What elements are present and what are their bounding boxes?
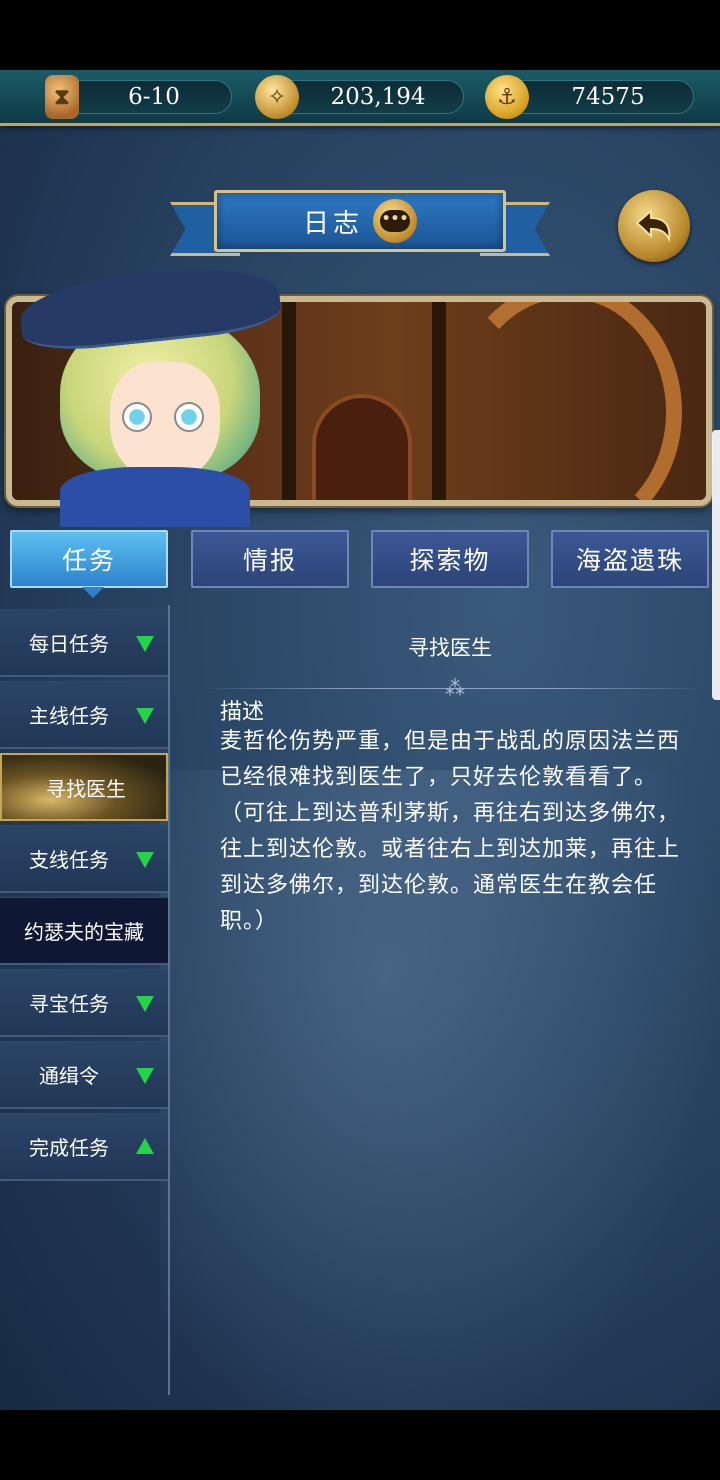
expand-arrow-icon (136, 852, 154, 868)
expand-arrow-icon (136, 636, 154, 652)
chat-button[interactable]: ••• (373, 199, 417, 243)
expand-arrow-icon (136, 996, 154, 1012)
sidebar-item-side[interactable]: 支线任务 (0, 825, 168, 893)
character-eye (174, 402, 204, 432)
character-face (110, 362, 220, 482)
sidebar-item-label: 主线任务 (29, 704, 109, 728)
sidebar-item-joseph-treasure[interactable]: 约瑟夫的宝藏 (0, 897, 168, 965)
tab-quests[interactable]: 任务 (10, 530, 168, 598)
turns-value: 6-10 (128, 84, 180, 110)
tab-explorations[interactable]: 探索物 (371, 530, 529, 588)
edge-handle[interactable] (712, 430, 720, 700)
sidebar-item-main[interactable]: 主线任务 (0, 681, 168, 749)
quest-description: 麦哲伦伤势严重，但是由于战乱的原因法兰西已经很难找到医生了，只好去伦敦看看了。（… (220, 729, 681, 934)
anchor-coin-icon: ⚓ (485, 75, 529, 119)
sidebar-item-label: 通缉令 (39, 1064, 99, 1088)
gold-counter: ✧ 203,194 (255, 75, 464, 119)
collapse-arrow-icon (136, 1138, 154, 1154)
chat-bubble-icon: ••• (380, 210, 410, 232)
gold-value: 203,194 (330, 84, 426, 110)
sidebar-item-label: 完成任务 (29, 1136, 109, 1160)
character-eye (122, 402, 152, 432)
sidebar-item-completed[interactable]: 完成任务 (0, 1113, 168, 1181)
sidebar-item-treasure-hunt[interactable]: 寻宝任务 (0, 969, 168, 1037)
expand-arrow-icon (136, 708, 154, 724)
sidebar-item-daily[interactable]: 每日任务 (0, 609, 168, 677)
character-portrait (0, 258, 290, 527)
coin-value: 74575 (571, 84, 645, 110)
description-label: 描述 (220, 700, 265, 725)
tab-intel[interactable]: 情报 (191, 530, 349, 588)
sidebar-item-label: 寻宝任务 (29, 992, 109, 1016)
turns-counter: ⧗ 6-10 (45, 75, 232, 119)
title-banner: 日志 ••• (170, 186, 550, 266)
scene-staircase (452, 302, 682, 500)
back-button[interactable] (618, 190, 690, 262)
sidebar-item-label: 每日任务 (29, 632, 109, 656)
sidebar-item-label: 支线任务 (29, 848, 109, 872)
resource-bar: ⧗ 6-10 ✧ 203,194 ⚓ 74575 (0, 70, 720, 126)
quest-title: 寻找医生 (408, 636, 492, 660)
sidebar-item-find-doctor[interactable]: 寻找医生 (0, 753, 168, 821)
quest-sidebar: 每日任务 主线任务 寻找医生 支线任务 约瑟夫的宝藏 寻宝任务 通缉令 完成任务 (0, 605, 170, 1395)
hourglass-icon: ⧗ (45, 75, 79, 119)
character-hat (17, 258, 283, 356)
compass-icon: ✧ (255, 75, 299, 119)
expand-arrow-icon (136, 1068, 154, 1084)
sidebar-item-wanted[interactable]: 通缉令 (0, 1041, 168, 1109)
character-robe (60, 467, 250, 527)
coin-counter: ⚓ 74575 (485, 75, 694, 119)
scene-beam (432, 302, 446, 500)
sidebar-item-label: 寻找医生 (46, 776, 126, 801)
sidebar-item-label: 约瑟夫的宝藏 (24, 920, 144, 944)
back-arrow-icon (635, 208, 671, 243)
banner-plate: 日志 ••• (214, 190, 506, 252)
scene-door (312, 394, 412, 500)
page-title: 日志 (302, 208, 363, 239)
tab-pirate-relics[interactable]: 海盗遗珠 (551, 530, 709, 588)
divider-ornament-icon: ⁂ (445, 676, 465, 700)
